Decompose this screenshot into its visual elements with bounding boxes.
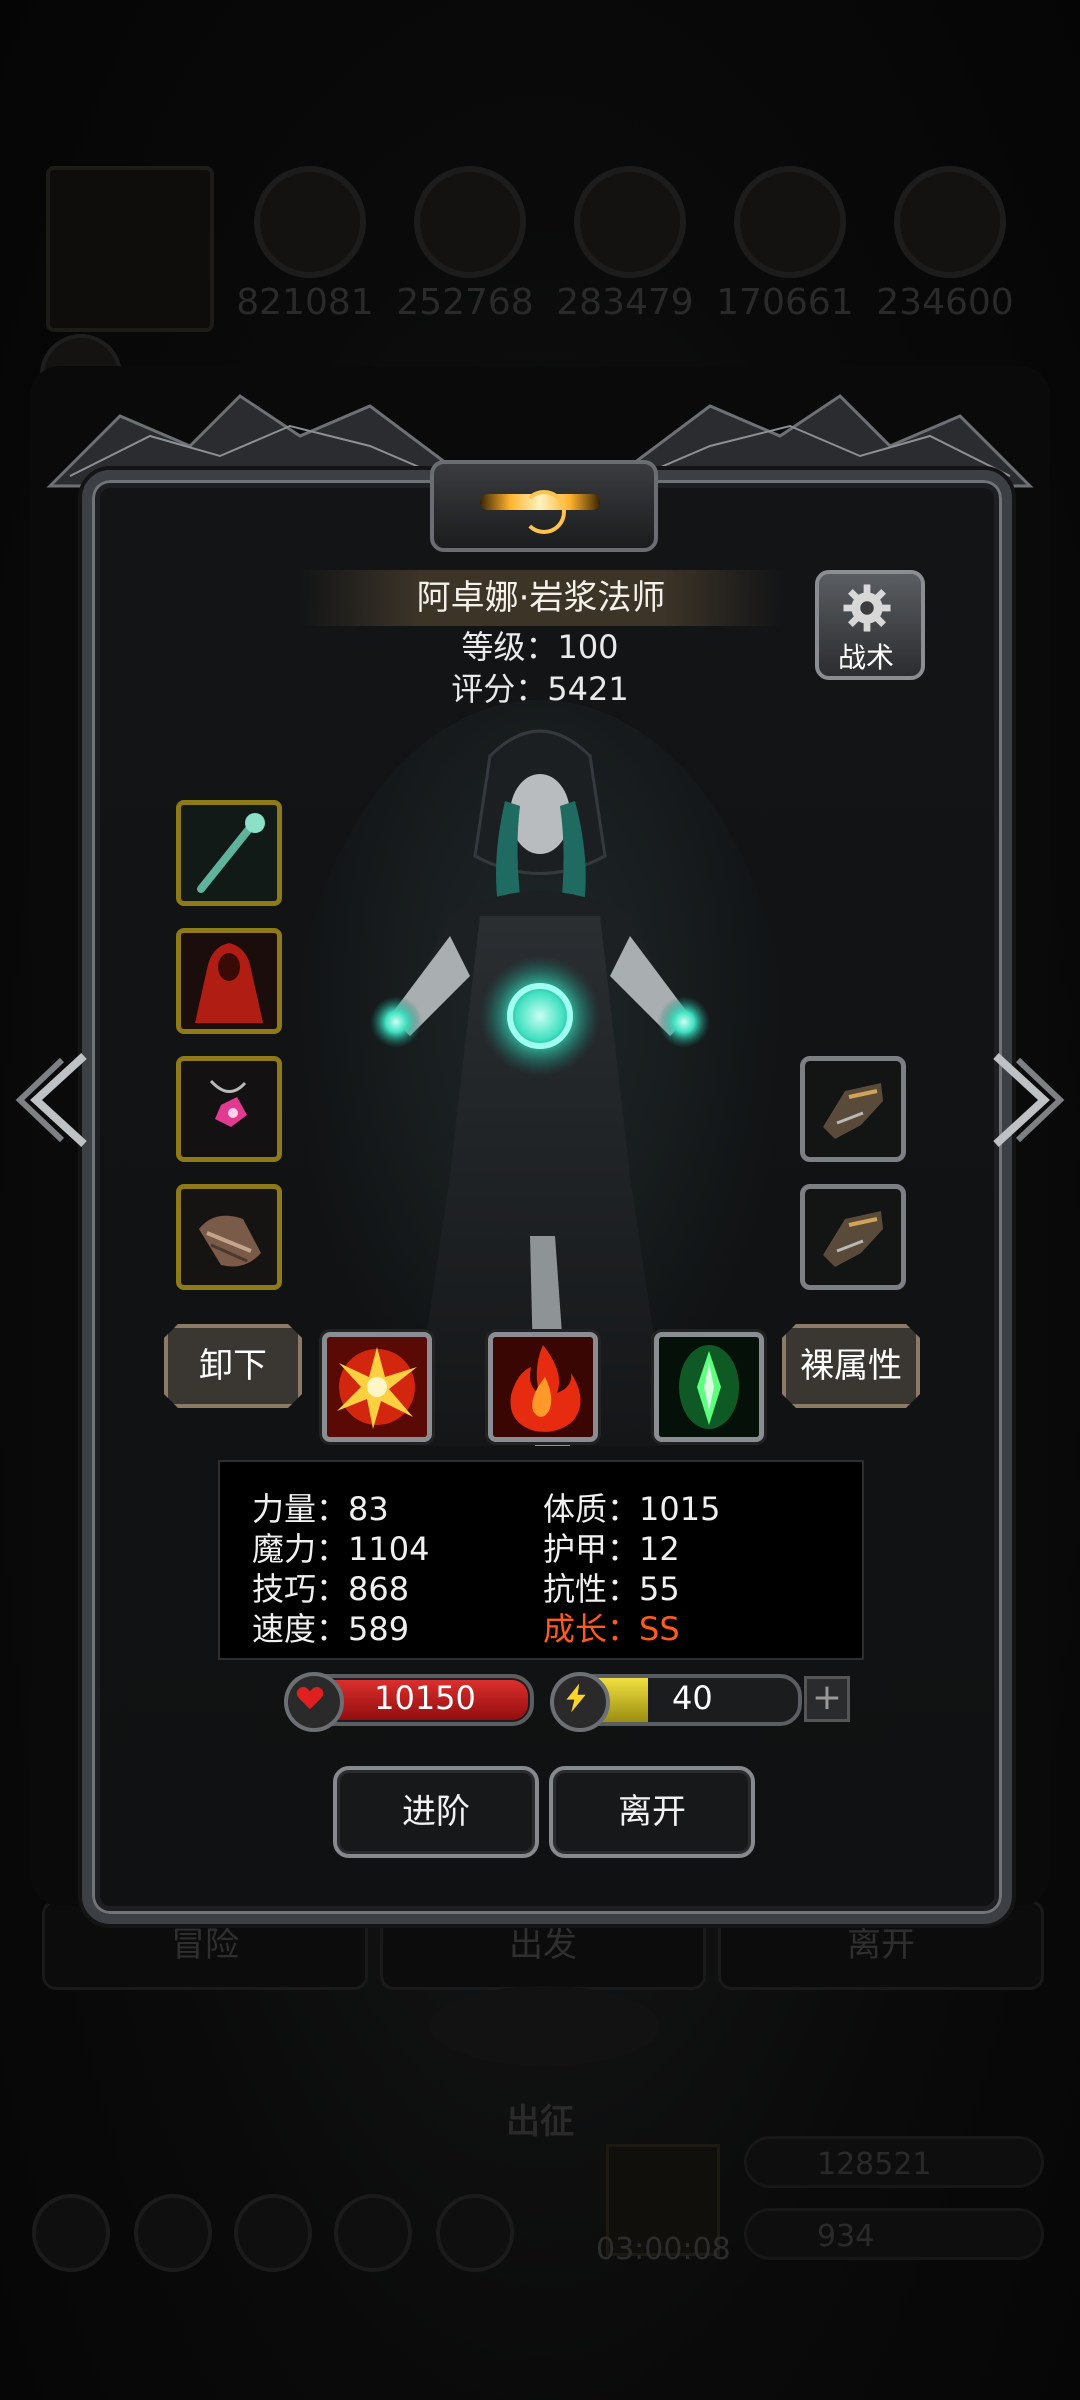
skill-slot-2[interactable] (488, 1332, 598, 1442)
gauntlet-icon (805, 1061, 901, 1157)
green-crystal-icon (659, 1337, 759, 1437)
menu-icon (134, 2194, 212, 2272)
add-energy-button[interactable]: + (804, 1676, 850, 1722)
base-stats-button[interactable]: 裸属性 (782, 1324, 920, 1408)
tactics-label: 战术 (837, 641, 894, 674)
equip-slot-glove-1[interactable] (800, 1056, 906, 1162)
skill-slot-1[interactable] (322, 1332, 432, 1442)
expedition-title: 出征 (506, 2102, 574, 2142)
resource-icon-3 (574, 166, 686, 278)
bracer-icon (181, 1189, 277, 1285)
gauntlet-icon (805, 1189, 901, 1285)
resource-icon-4 (734, 166, 846, 278)
menu-icon (334, 2194, 412, 2272)
resource-value: 821081 (236, 282, 374, 323)
gem-counter: 934 (744, 2208, 1044, 2260)
unequip-button[interactable]: 卸下 (164, 1324, 302, 1408)
hp-value: 10150 (374, 1679, 476, 1717)
equip-slot-glove-2[interactable] (800, 1184, 906, 1290)
resource-icon-1 (254, 166, 366, 278)
fire-burst-icon (327, 1337, 427, 1437)
energy-value: 40 (672, 1679, 713, 1717)
staff-icon (181, 805, 277, 901)
next-hero-arrow-icon[interactable] (986, 1050, 1066, 1150)
advance-button[interactable]: 进阶 (333, 1766, 539, 1858)
equip-slot-bracer[interactable] (176, 1184, 282, 1290)
flame-icon (493, 1337, 593, 1437)
moon-emblem-icon (522, 490, 566, 534)
skill-slot-3[interactable] (654, 1332, 764, 1442)
lightning-icon (550, 1672, 610, 1732)
red-cloak-icon (181, 933, 277, 1029)
equip-slot-weapon[interactable] (176, 800, 282, 906)
resource-icon-2 (414, 166, 526, 278)
equip-slot-armor[interactable] (176, 928, 282, 1034)
resource-value: 283479 (556, 282, 694, 323)
pink-amulet-icon (181, 1061, 277, 1157)
gold-counter: 128521 (744, 2136, 1044, 2188)
stat-growth: 成长：SS (543, 1610, 680, 1648)
pedestal (430, 1986, 660, 2066)
stat-speed: 速度：589 (252, 1610, 410, 1648)
resource-value: 234600 (876, 282, 1014, 323)
gift-timer: 03:00:08 (596, 2232, 731, 2267)
hero-portrait-frame (46, 166, 214, 332)
resource-value: 252768 (396, 282, 534, 323)
resource-value: 170661 (716, 282, 854, 323)
leave-button[interactable]: 离开 (549, 1766, 755, 1858)
gear-icon (843, 584, 891, 632)
menu-icon (32, 2194, 110, 2272)
prev-hero-arrow-icon[interactable] (14, 1050, 94, 1150)
hero-name: 阿卓娜·岩浆法师 (416, 578, 666, 618)
resource-icon-5 (894, 166, 1006, 278)
equip-slot-amulet[interactable] (176, 1056, 282, 1162)
menu-icon (234, 2194, 312, 2272)
menu-icon (436, 2194, 514, 2272)
